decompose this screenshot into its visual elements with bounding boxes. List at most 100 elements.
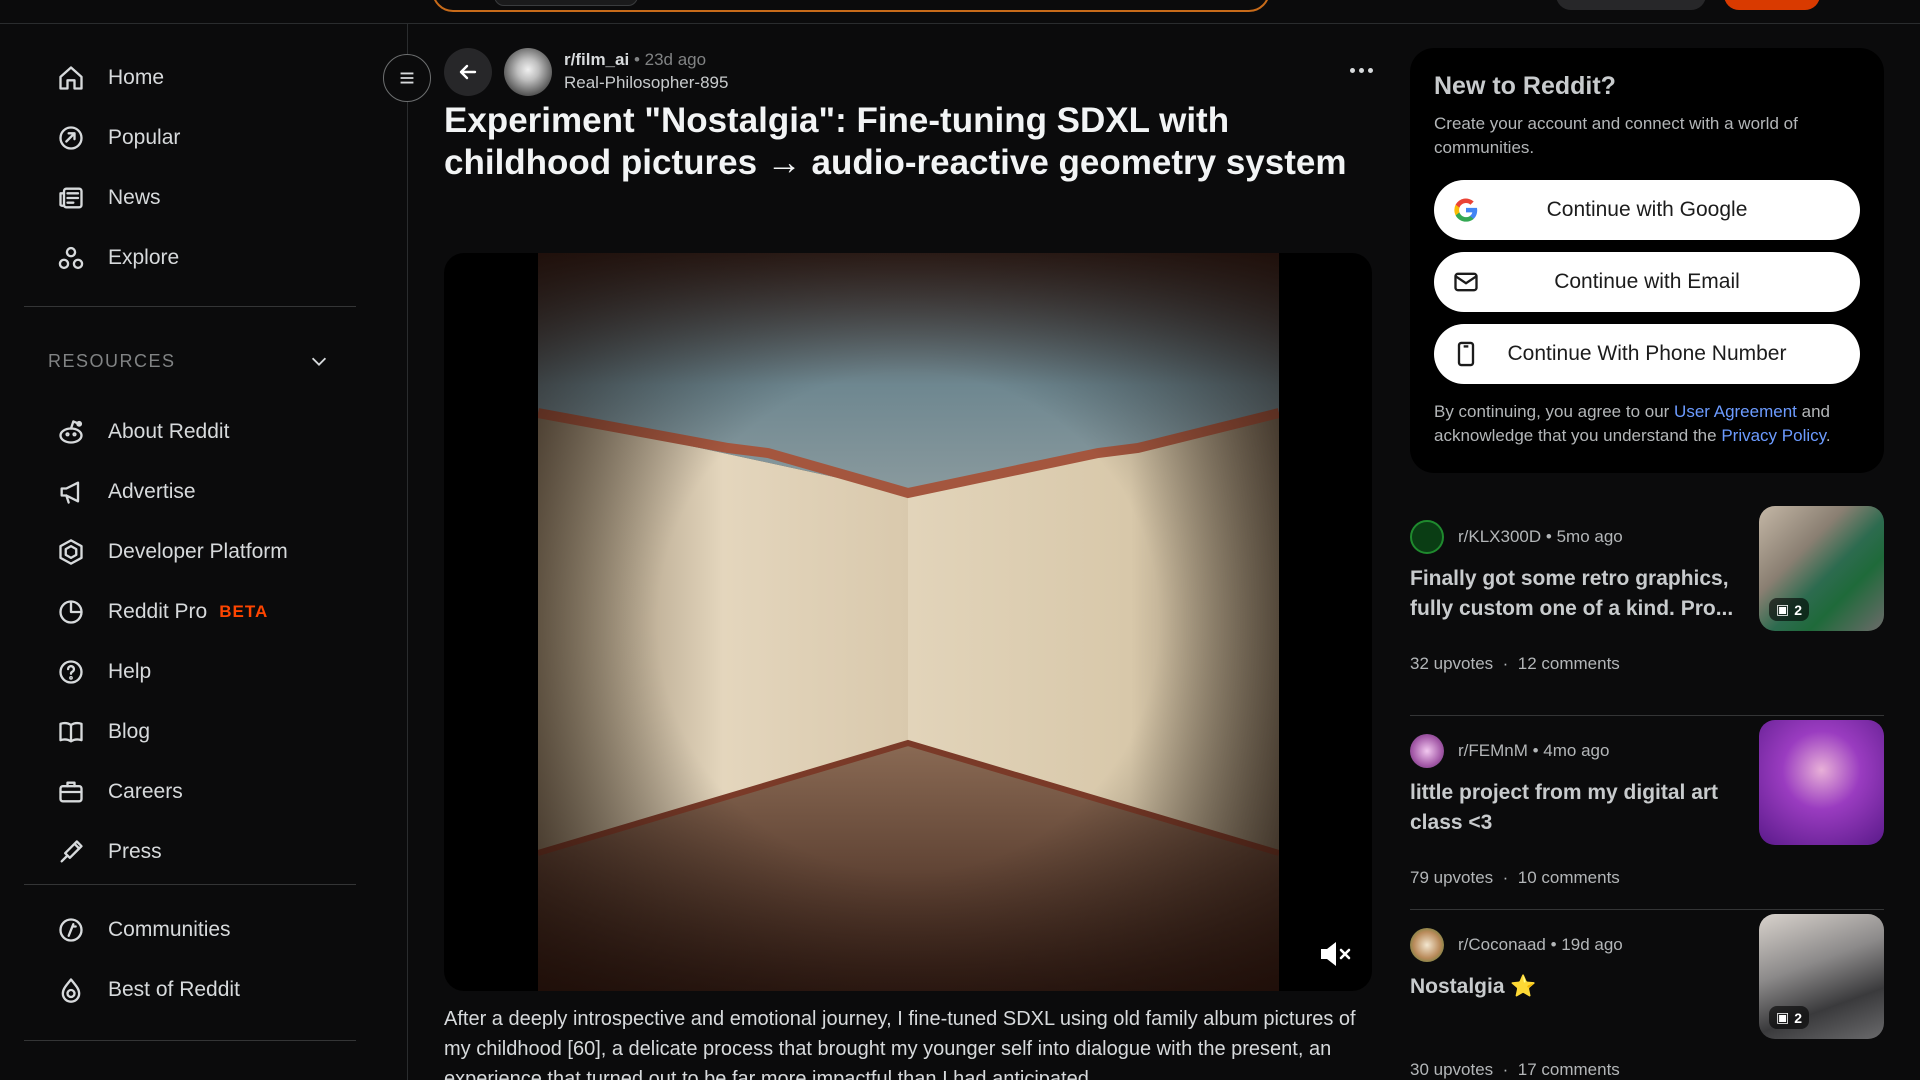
sidebar-item-help[interactable]: Help (56, 652, 151, 692)
meta-separator: • (633, 50, 645, 69)
sidebar-item-communities[interactable]: Communities (56, 910, 231, 950)
sidebar-item-label: Help (108, 660, 152, 683)
related-post-header: r/Coconaad • 19d ago (1410, 928, 1623, 962)
related-subreddit[interactable]: r/Coconaad (1458, 935, 1546, 955)
signup-title: New to Reddit? (1434, 72, 1616, 100)
room-corner-video-still (538, 253, 1279, 991)
resources-section-toggle[interactable]: RESOURCES (48, 344, 330, 378)
sidebar-item-label: Best of Reddit (108, 978, 240, 1001)
post-age: 23d ago (644, 50, 707, 69)
envelope-icon (1452, 268, 1480, 296)
back-button[interactable] (444, 48, 492, 96)
developer-platform-icon (56, 537, 86, 567)
related-post-title[interactable]: little project from my digital art class… (1410, 778, 1740, 838)
related-post-header: r/KLX300D • 5mo ago (1410, 520, 1623, 554)
email-button-label: Continue with Email (1554, 270, 1740, 293)
more-options-button[interactable] (1346, 60, 1376, 80)
sidebar-item-reddit-pro[interactable]: Reddit Pro BETA (56, 592, 268, 632)
subreddit-avatar[interactable] (1410, 928, 1444, 962)
press-pen-icon (56, 837, 86, 867)
related-age: 19d ago (1561, 935, 1623, 954)
sidebar-item-news[interactable]: News (56, 178, 161, 218)
explore-icon (56, 243, 86, 273)
megaphone-icon (56, 477, 86, 507)
sidebar-item-label: About Reddit (108, 420, 230, 443)
sidebar-item-explore[interactable]: Explore (56, 238, 179, 278)
resources-heading: RESOURCES (48, 350, 176, 371)
blog-book-icon (56, 717, 86, 747)
user-agreement-link[interactable]: User Agreement (1674, 402, 1797, 421)
popular-icon (56, 123, 86, 153)
sidebar-item-label: Popular (108, 126, 181, 149)
sidebar-item-blog[interactable]: Blog (56, 712, 150, 752)
google-icon (1452, 196, 1480, 224)
related-post-thumbnail[interactable]: ▣ 2 (1759, 506, 1884, 631)
privacy-policy-link[interactable]: Privacy Policy (1721, 426, 1826, 445)
subreddit-avatar[interactable] (1410, 520, 1444, 554)
subreddit-avatar[interactable] (1410, 734, 1444, 768)
subreddit-link[interactable]: r/film_ai (564, 50, 629, 69)
sidebar-item-careers[interactable]: Careers (56, 772, 183, 812)
continue-with-phone-button[interactable]: Continue With Phone Number (1434, 324, 1860, 384)
post-title: Experiment "Nostalgia": Fine-tuning SDXL… (444, 101, 1347, 182)
related-post-stats: 79 upvotes · 10 comments (1410, 868, 1620, 887)
sidebar-item-developer-platform[interactable]: Developer Platform (56, 532, 288, 572)
related-post-title[interactable]: Finally got some retro graphics, fully c… (1410, 564, 1740, 624)
legal-notice: By continuing, you agree to our User Agr… (1434, 402, 1831, 445)
signup-description: Create your account and connect with a w… (1434, 114, 1798, 157)
arrow-left-icon (459, 64, 477, 80)
sidebar-item-label: Home (108, 66, 165, 89)
sidebar-divider (24, 306, 356, 307)
briefcase-icon (56, 777, 86, 807)
video-player[interactable] (444, 253, 1372, 991)
chevron-down-icon (311, 357, 327, 366)
get-app-button[interactable] (1556, 0, 1706, 10)
post-body-text: After a deeply introspective and emotion… (444, 1008, 1356, 1080)
sidebar-divider (24, 884, 356, 885)
related-post-stats: 30 upvotes · 17 comments (1410, 1060, 1620, 1079)
muted-speaker-icon (1321, 942, 1351, 966)
sidebar-item-popular[interactable]: Popular (56, 118, 180, 158)
more-dots-icon (1349, 67, 1355, 73)
related-divider (1410, 715, 1884, 716)
sidebar-item-best-of-reddit[interactable]: Best of Reddit (56, 970, 240, 1010)
related-post-title[interactable]: Nostalgia ⭐ (1410, 972, 1740, 1002)
unmute-button[interactable] (1318, 938, 1354, 970)
sidebar-item-label: Blog (108, 720, 151, 743)
log-in-button[interactable] (1724, 0, 1820, 10)
sidebar-item-about-reddit[interactable]: About Reddit (56, 412, 229, 452)
sidebar-item-label: Communities (108, 918, 231, 941)
sidebar-item-home[interactable]: Home (56, 58, 164, 98)
related-post-header: r/FEMnM • 4mo ago (1410, 734, 1609, 768)
phone-button-label: Continue With Phone Number (1507, 342, 1787, 365)
home-icon (56, 63, 86, 93)
video-frame (538, 253, 1279, 991)
collapse-sidebar-button[interactable] (383, 54, 431, 102)
post-meta: r/film_ai • 23d ago Real-Philosopher-895 (564, 48, 728, 94)
signup-card: New to Reddit? Create your account and c… (1410, 48, 1884, 473)
sidebar-item-press[interactable]: Press (56, 832, 162, 872)
google-button-label: Continue with Google (1546, 198, 1748, 221)
continue-with-google-button[interactable]: Continue with Google (1434, 180, 1860, 240)
related-subreddit[interactable]: r/FEMnM (1458, 741, 1528, 761)
left-sidebar: Home Popular News Explore RESOURCES Abou… (0, 24, 408, 1080)
author-link[interactable]: Real-Philosopher-895 (564, 71, 728, 94)
subreddit-avatar[interactable] (504, 48, 552, 96)
gallery-count-badge: ▣ 2 (1769, 1006, 1810, 1029)
sidebar-item-label: News (108, 186, 161, 209)
sidebar-item-label: Advertise (108, 480, 196, 503)
sidebar-item-label: Developer Platform (108, 540, 288, 563)
related-post-stats: 32 upvotes · 12 comments (1410, 654, 1620, 673)
related-divider (1410, 909, 1884, 910)
related-post-thumbnail[interactable]: ▣ 2 (1759, 914, 1884, 1039)
related-post-thumbnail[interactable] (1759, 720, 1884, 845)
search-community-chip[interactable] (494, 0, 638, 6)
continue-with-email-button[interactable]: Continue with Email (1434, 252, 1860, 312)
reddit-alien-icon (56, 417, 86, 447)
related-subreddit[interactable]: r/KLX300D (1458, 527, 1541, 547)
gallery-count-badge: ▣ 2 (1769, 598, 1810, 621)
sidebar-item-advertise[interactable]: Advertise (56, 472, 196, 512)
related-age: 4mo ago (1543, 741, 1610, 760)
best-of-reddit-icon (56, 975, 86, 1005)
gallery-icon: ▣ (1776, 601, 1790, 617)
